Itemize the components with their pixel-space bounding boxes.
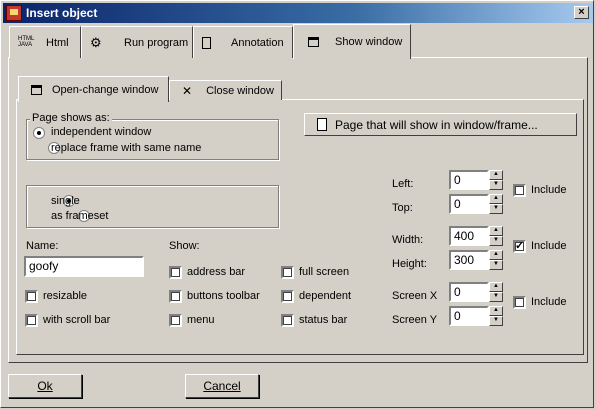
spin-down-icon[interactable]: ▼ bbox=[489, 236, 503, 246]
window-icon bbox=[308, 37, 319, 47]
independent-window-radio[interactable] bbox=[33, 127, 45, 139]
gears-icon: ⚙ bbox=[90, 34, 102, 50]
radio-label: independent window bbox=[51, 126, 152, 138]
buttons-toolbar-checkbox[interactable] bbox=[169, 290, 182, 303]
spin-up-icon[interactable]: ▲ bbox=[489, 306, 503, 316]
width-label: Width: bbox=[392, 234, 424, 246]
button-label: Cancel bbox=[203, 379, 241, 393]
include-label: Include bbox=[531, 296, 567, 308]
spin-down-icon[interactable]: ▼ bbox=[489, 316, 503, 326]
app-icon bbox=[6, 5, 22, 21]
radio-label: as frameset bbox=[51, 210, 109, 222]
radio-label: single bbox=[51, 195, 80, 207]
page-select-button[interactable]: Page that will show in window/frame... bbox=[304, 113, 577, 136]
document-icon bbox=[317, 118, 327, 131]
width-spinner[interactable]: ▲ ▼ bbox=[489, 226, 503, 246]
include-screen-checkbox[interactable] bbox=[513, 296, 526, 309]
include-label: Include bbox=[531, 184, 567, 196]
tab-html[interactable]: HTML JAVA Html bbox=[9, 26, 81, 58]
tab-label: Open-change window bbox=[52, 83, 159, 96]
tab-close-window[interactable]: ✕ Close window bbox=[169, 80, 282, 100]
show-label: Show: bbox=[169, 240, 200, 252]
cancel-button[interactable]: Cancel bbox=[185, 374, 259, 398]
checkbox-label: dependent bbox=[299, 290, 351, 302]
left-field[interactable]: 0 bbox=[449, 170, 489, 190]
top-field[interactable]: 0 bbox=[449, 194, 489, 214]
spin-down-icon[interactable]: ▼ bbox=[489, 260, 503, 270]
screen-x-label: Screen X bbox=[392, 290, 438, 302]
checkbox-label: status bar bbox=[299, 314, 348, 326]
tab-label: Close window bbox=[206, 84, 274, 97]
spin-up-icon[interactable]: ▲ bbox=[489, 226, 503, 236]
checkbox-label: address bar bbox=[187, 266, 246, 278]
spin-up-icon[interactable]: ▲ bbox=[489, 250, 503, 260]
checkbox-label: full screen bbox=[299, 266, 350, 278]
tab-label: Run program bbox=[124, 36, 189, 49]
checkbox-label: resizable bbox=[43, 290, 88, 302]
checkbox-label: buttons toolbar bbox=[187, 290, 260, 302]
spin-up-icon[interactable]: ▲ bbox=[489, 282, 503, 292]
status-bar-checkbox[interactable] bbox=[281, 314, 294, 327]
menu-checkbox[interactable] bbox=[169, 314, 182, 327]
dependent-checkbox[interactable] bbox=[281, 290, 294, 303]
screen-x-field[interactable]: 0 bbox=[449, 282, 489, 302]
height-spinner[interactable]: ▲ ▼ bbox=[489, 250, 503, 270]
include-label: Include bbox=[531, 240, 567, 252]
width-field[interactable]: 400 bbox=[449, 226, 489, 246]
close-button[interactable]: × bbox=[574, 6, 589, 19]
ok-button[interactable]: Ok bbox=[8, 374, 82, 398]
left-spinner[interactable]: ▲ ▼ bbox=[489, 170, 503, 190]
screen-y-label: Screen Y bbox=[392, 314, 438, 326]
screen-y-spinner[interactable]: ▲ ▼ bbox=[489, 306, 503, 326]
spin-up-icon[interactable]: ▲ bbox=[489, 194, 503, 204]
tab-show-window[interactable]: Show window bbox=[293, 24, 411, 59]
checkbox-label: with scroll bar bbox=[43, 314, 111, 326]
top-label: Top: bbox=[392, 202, 413, 214]
tab-label: Html bbox=[46, 36, 69, 49]
name-label: Name: bbox=[26, 240, 59, 252]
spin-down-icon[interactable]: ▼ bbox=[489, 180, 503, 190]
include-size-checkbox[interactable] bbox=[513, 240, 526, 253]
page-shows-as-legend: Page shows as: bbox=[30, 112, 112, 124]
full-screen-checkbox[interactable] bbox=[281, 266, 294, 279]
include-position-checkbox[interactable] bbox=[513, 184, 526, 197]
radio-label: replace frame with same name bbox=[51, 142, 202, 154]
window-icon bbox=[31, 84, 42, 95]
screen-x-spinner[interactable]: ▲ ▼ bbox=[489, 282, 503, 302]
tab-run-program[interactable]: ⚙ Run program bbox=[81, 26, 193, 58]
notepad-icon bbox=[202, 36, 211, 49]
button-label: Ok bbox=[37, 379, 53, 393]
button-label: Page that will show in window/frame... bbox=[335, 117, 538, 132]
resizable-checkbox[interactable] bbox=[25, 290, 38, 303]
screen-y-field[interactable]: 0 bbox=[449, 306, 489, 326]
scroll-bar-checkbox[interactable] bbox=[25, 314, 38, 327]
height-label: Height: bbox=[392, 258, 427, 270]
height-field[interactable]: 300 bbox=[449, 250, 489, 270]
html-java-icon: HTML JAVA bbox=[18, 35, 35, 48]
checkbox-label: menu bbox=[187, 314, 215, 326]
tab-label: Annotation bbox=[231, 36, 284, 49]
close-window-icon: ✕ bbox=[182, 83, 193, 98]
address-bar-checkbox[interactable] bbox=[169, 266, 182, 279]
spin-up-icon[interactable]: ▲ bbox=[489, 170, 503, 180]
top-spinner[interactable]: ▲ ▼ bbox=[489, 194, 503, 214]
name-field[interactable]: goofy bbox=[24, 256, 144, 277]
spin-down-icon[interactable]: ▼ bbox=[489, 204, 503, 214]
spin-down-icon[interactable]: ▼ bbox=[489, 292, 503, 302]
window-title: Insert object bbox=[26, 6, 98, 20]
left-label: Left: bbox=[392, 178, 414, 190]
tab-label: Show window bbox=[335, 36, 403, 48]
tab-annotation[interactable]: Annotation bbox=[193, 26, 293, 58]
tab-open-change-window[interactable]: Open-change window bbox=[18, 76, 169, 102]
